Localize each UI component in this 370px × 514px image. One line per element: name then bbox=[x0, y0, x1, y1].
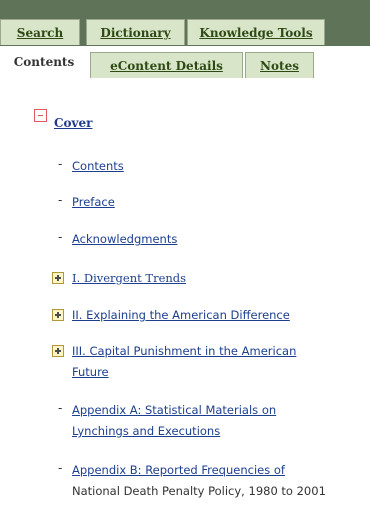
toc-link-appendix-a-line2[interactable]: Lynchings and Executions bbox=[72, 421, 220, 442]
dash-bullet-icon: - bbox=[58, 401, 63, 415]
toc-link-divergent-trends[interactable]: I. Divergent Trends bbox=[72, 268, 186, 289]
expand-icon[interactable] bbox=[52, 345, 64, 357]
toc-link-acknowledgments[interactable]: Acknowledgments bbox=[72, 229, 177, 250]
collapse-icon[interactable] bbox=[34, 109, 47, 122]
toc-text-appendix-b-line2: National Death Penalty Policy, 1980 to 2… bbox=[72, 484, 326, 498]
tab-notes[interactable]: Notes bbox=[245, 52, 314, 78]
toc-link-explaining-american-difference[interactable]: II. Explaining the American Difference bbox=[72, 305, 290, 326]
toc-link-cover[interactable]: Cover bbox=[54, 113, 92, 134]
toc-link-contents[interactable]: Contents bbox=[72, 156, 124, 177]
expand-icon[interactable] bbox=[52, 309, 64, 321]
tab-econtent-details[interactable]: eContent Details bbox=[90, 52, 243, 78]
dash-bullet-icon: - bbox=[58, 193, 63, 207]
dash-bullet-icon: - bbox=[58, 230, 63, 244]
toc-link-preface[interactable]: Preface bbox=[72, 192, 115, 213]
dash-bullet-icon: - bbox=[58, 157, 63, 171]
toc-link-capital-punishment-line2[interactable]: Future bbox=[72, 362, 109, 383]
toc-link-appendix-b[interactable]: Appendix B: Reported Frequencies of bbox=[72, 460, 285, 481]
dash-bullet-icon: - bbox=[58, 461, 63, 475]
tab-knowledge-tools[interactable]: Knowledge Tools bbox=[187, 19, 325, 45]
expand-icon[interactable] bbox=[52, 272, 64, 284]
toc-link-capital-punishment[interactable]: III. Capital Punishment in the American bbox=[72, 341, 296, 362]
tab-contents[interactable]: Contents bbox=[0, 48, 88, 74]
tab-dictionary[interactable]: Dictionary bbox=[86, 19, 185, 45]
toc-link-appendix-a[interactable]: Appendix A: Statistical Materials on bbox=[72, 400, 276, 421]
tab-bar: Search Dictionary Knowledge Tools Conten… bbox=[0, 0, 370, 88]
tab-search[interactable]: Search bbox=[0, 19, 80, 45]
